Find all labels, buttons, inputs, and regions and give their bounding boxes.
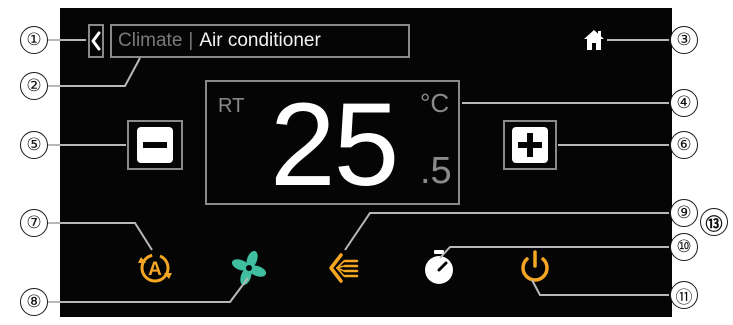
callout-2: ②: [20, 72, 48, 100]
callout-6: ⑥: [670, 131, 698, 159]
callout-11: ⑪: [670, 281, 698, 309]
callout-5: ⑤: [20, 131, 48, 159]
callout-4: ④: [670, 89, 698, 117]
callout-lines: [47, 39, 669, 303]
callout-7: ⑦: [20, 209, 48, 237]
callout-10: ⑩: [670, 233, 698, 261]
callout-1: ①: [20, 26, 48, 54]
callout-13: ⑬: [700, 208, 728, 236]
callout-8: ⑧: [20, 288, 48, 316]
callout-9: ⑨: [670, 199, 698, 227]
callout-3: ③: [670, 26, 698, 54]
